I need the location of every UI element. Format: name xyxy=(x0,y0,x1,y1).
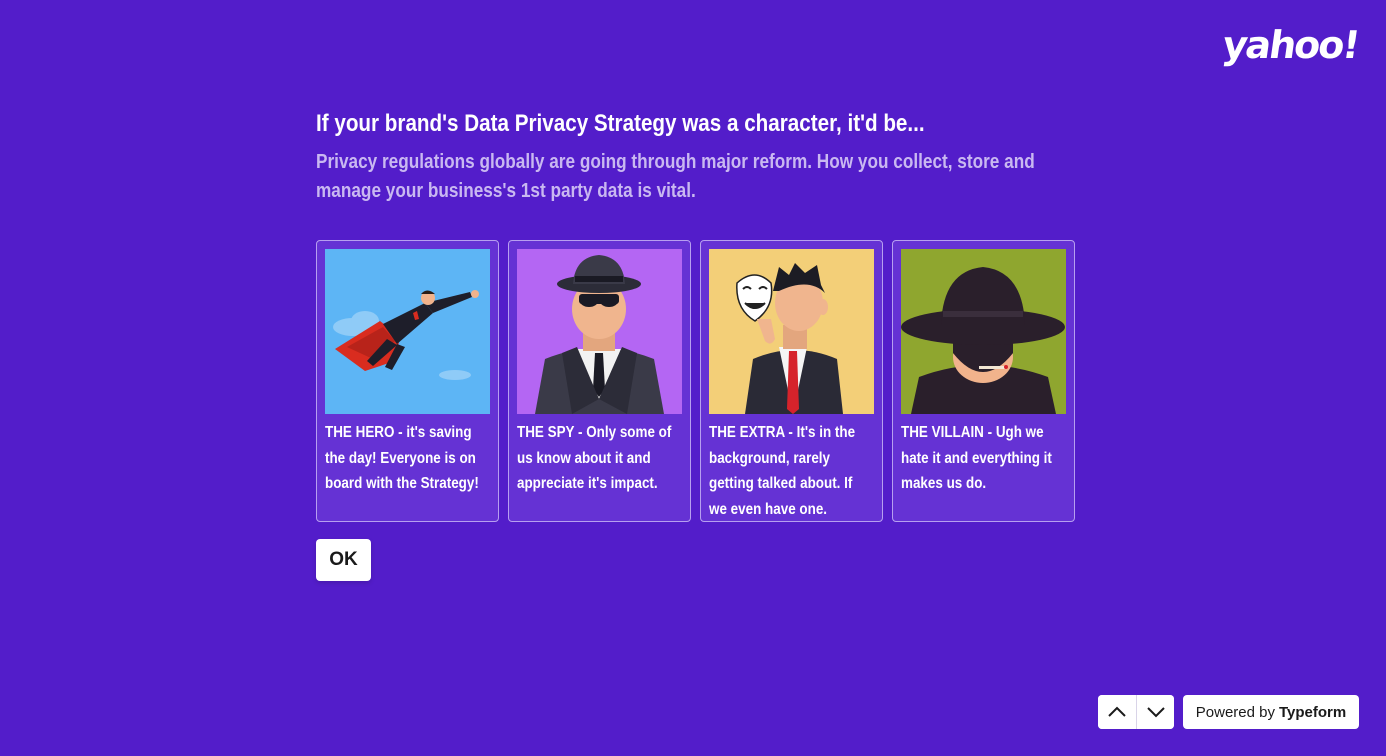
extra-image xyxy=(709,249,874,414)
question-nav xyxy=(1098,695,1174,729)
choice-label-extra: THE EXTRA - It's in the background, rare… xyxy=(709,424,856,518)
nav-up-button[interactable] xyxy=(1098,695,1136,729)
choice-list: THE HERO - it's saving the day! Everyone… xyxy=(316,240,1075,522)
hero-image xyxy=(325,249,490,414)
choice-hero[interactable]: THE HERO - it's saving the day! Everyone… xyxy=(316,240,499,522)
choice-villain[interactable]: THE VILLAIN - Ugh we hate it and everyth… xyxy=(892,240,1075,522)
powered-by-brand: Typeform xyxy=(1278,703,1347,721)
question-title: If your brand's Data Privacy Strategy wa… xyxy=(316,110,925,137)
choice-extra[interactable]: THE EXTRA - It's in the background, rare… xyxy=(700,240,883,522)
powered-by-typeform-link[interactable]: Powered by Typeform xyxy=(1183,695,1359,729)
typeform-page: yahoo! If your brand's Data Privacy Stra… xyxy=(0,0,1386,756)
villain-image xyxy=(901,249,1066,414)
spy-image xyxy=(517,249,682,414)
choice-label-spy: THE SPY - Only some of us know about it … xyxy=(517,424,672,492)
nav-down-button[interactable] xyxy=(1136,695,1174,729)
chevron-up-icon xyxy=(1108,706,1126,717)
yahoo-logo: yahoo! xyxy=(1219,23,1362,67)
ok-button[interactable]: OK xyxy=(316,539,371,581)
choice-label-villain: THE VILLAIN - Ugh we hate it and everyth… xyxy=(901,424,1052,492)
choice-label-hero: THE HERO - it's saving the day! Everyone… xyxy=(325,424,479,492)
question-block: If your brand's Data Privacy Strategy wa… xyxy=(316,108,1076,206)
choice-spy[interactable]: THE SPY - Only some of us know about it … xyxy=(508,240,691,522)
question-description: Privacy regulations globally are going t… xyxy=(316,151,1035,202)
powered-by-prefix: Powered by xyxy=(1195,703,1275,721)
chevron-down-icon xyxy=(1146,707,1165,718)
